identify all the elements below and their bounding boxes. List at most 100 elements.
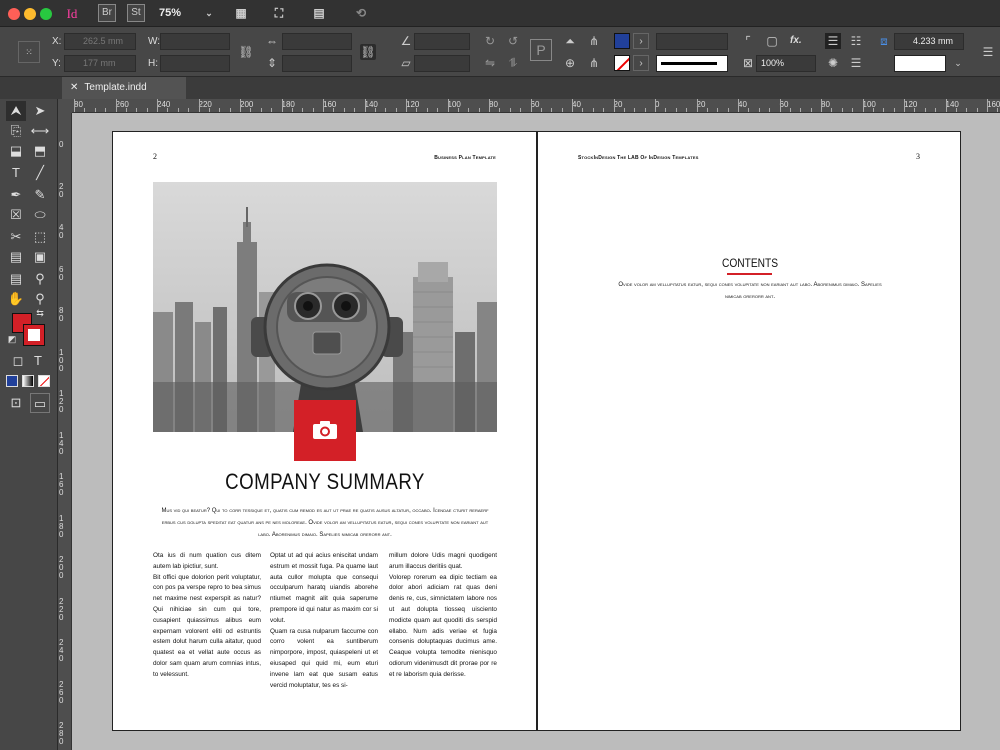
opacity-icon[interactable]: ⊠ (740, 55, 756, 71)
ruler-tick (105, 108, 107, 112)
stroke-color-swatch[interactable] (23, 324, 45, 346)
horizontal-ruler[interactable]: 80 260 240 220 200 180 160 140 120 100 80 60 40 20 0 20… (72, 99, 1000, 113)
rotation-angle-icon[interactable]: ∠ (398, 33, 414, 49)
text-wrap-box-icon[interactable]: ☷ (848, 33, 864, 49)
formatting-container-icon[interactable]: ◻ (8, 351, 28, 371)
document-canvas[interactable]: 2 Business Plan Template COMPANY SUMMARY… (72, 113, 1000, 750)
text-wrap-jump-icon[interactable]: ☰ (848, 55, 864, 71)
formatting-text-icon[interactable]: T (28, 351, 48, 371)
scale-x-input[interactable] (282, 33, 352, 50)
bridge-button[interactable]: Br (98, 4, 116, 22)
minimize-window-button[interactable] (24, 8, 36, 20)
ellipse-tool-icon[interactable]: ⬭ (30, 205, 50, 225)
hand-tool-icon[interactable]: ✋ (6, 289, 26, 309)
paragraph-p-icon[interactable]: P (530, 39, 552, 61)
rotate-ccw-icon[interactable]: ↺ (505, 33, 521, 49)
object-style-dropdown[interactable] (894, 55, 946, 72)
object-style-chevron-icon[interactable]: ⌄ (950, 55, 966, 71)
flip-horizontal-icon[interactable]: ⇋ (482, 55, 498, 71)
select-content-icon[interactable]: ⊕ (562, 55, 578, 71)
publish-online-icon[interactable]: ⟲ (352, 5, 370, 22)
shear-input[interactable] (414, 55, 470, 72)
reference-point-icon[interactable]: ⁙ (18, 41, 40, 63)
ruler-tick (260, 108, 262, 112)
type-tool-icon[interactable]: T (6, 163, 26, 183)
scale-x-icon[interactable]: ⇔ (264, 33, 280, 49)
scale-y-input[interactable] (282, 55, 352, 72)
content-placer-icon[interactable]: ⬒ (30, 141, 50, 161)
stroke-type-dropdown[interactable] (656, 55, 728, 72)
vertical-ruler[interactable]: 0 20 40 60 80 100 120 140 160 180 200 220 240 260 280 (58, 113, 72, 750)
swap-colors-icon[interactable]: ⇆ (34, 307, 46, 319)
shear-angle-icon[interactable]: ▱ (398, 55, 414, 71)
screen-mode-icon[interactable]: ⛶ (270, 5, 288, 22)
text-wrap-shape-icon[interactable]: ✺ (825, 55, 841, 71)
apply-none-icon[interactable] (38, 375, 50, 387)
page-tool-icon[interactable]: ⎘ (6, 121, 26, 141)
arrange-documents-icon[interactable]: ▤ (310, 5, 328, 22)
rotation-input[interactable] (414, 33, 470, 50)
gutter-input[interactable]: 4.233 mm (894, 33, 964, 50)
pen-tool-icon[interactable]: ✒ (6, 185, 26, 205)
fill-menu-icon[interactable]: › (633, 33, 649, 49)
y-position-input[interactable]: 177 mm (64, 55, 136, 72)
corner-options-icon[interactable]: ⌜ (740, 33, 756, 49)
scale-y-icon[interactable]: ⇕ (264, 55, 280, 71)
constrain-proportions-icon[interactable]: ⛓ (238, 44, 254, 60)
x-position-input[interactable]: 262.5 mm (64, 33, 136, 50)
content-collector-icon[interactable]: ⬓ (6, 141, 26, 161)
zoom-level[interactable]: 75% (155, 5, 185, 22)
ruler-tick (613, 99, 615, 112)
apply-color-icon[interactable] (6, 375, 18, 387)
eyedropper-tool-icon[interactable]: ⚲ (30, 269, 50, 289)
line-tool-icon[interactable]: ╱ (30, 163, 50, 183)
stroke-menu-icon[interactable]: › (633, 55, 649, 71)
direct-selection-tool-icon[interactable]: ➤ (30, 101, 50, 121)
opacity-input[interactable]: 100% (756, 55, 816, 72)
rotate-cw-icon[interactable]: ↻ (482, 33, 498, 49)
select-container-icon[interactable]: ⏶ (562, 33, 578, 49)
select-previous-icon[interactable]: ⋔ (586, 33, 602, 49)
preview-mode-icon[interactable]: ▭ (30, 393, 50, 413)
zoom-window-button[interactable] (40, 8, 52, 20)
gradient-feather-tool-icon[interactable]: ▣ (30, 247, 50, 267)
ruler-tick-label: 20 (696, 100, 706, 109)
pencil-tool-icon[interactable]: ✎ (30, 185, 50, 205)
height-input[interactable] (160, 55, 230, 72)
zoom-tool-icon[interactable]: ⚲ (30, 289, 50, 309)
scissors-tool-icon[interactable]: ✂ (6, 227, 26, 247)
gradient-swatch-tool-icon[interactable]: ▤ (6, 247, 26, 267)
ruler-corner[interactable] (58, 99, 72, 113)
document-tab[interactable]: ✕ Template.indd (62, 77, 186, 99)
default-colors-icon[interactable]: ◩ (6, 333, 18, 345)
selection-tool-icon[interactable]: ⮝ (6, 101, 26, 121)
rectangle-frame-tool-icon[interactable]: ☒ (6, 205, 26, 225)
stock-button[interactable]: St (127, 4, 145, 22)
width-input[interactable] (160, 33, 230, 50)
note-tool-icon[interactable]: ▤ (6, 269, 26, 289)
zoom-dropdown-icon[interactable]: ⌄ (203, 5, 215, 22)
ruler-tick-label: 60 (779, 100, 789, 109)
flip-vertical-icon[interactable]: ⥮ (505, 55, 521, 71)
stroke-swatch[interactable] (614, 55, 630, 71)
ruler-tick (509, 108, 511, 112)
gap-tool-icon[interactable]: ⟷ (30, 121, 50, 141)
stroke-weight-input[interactable] (656, 33, 728, 50)
apply-gradient-icon[interactable] (22, 375, 34, 387)
ruler-tick-label: 40 (572, 100, 581, 109)
fill-swatch[interactable] (614, 33, 630, 49)
select-next-icon[interactable]: ⋔ (586, 55, 602, 71)
view-options-icon[interactable]: ▦ (232, 5, 250, 22)
city-binoculars-photo[interactable] (153, 182, 497, 432)
close-window-button[interactable] (8, 8, 20, 20)
effects-fx-button[interactable]: fx. (790, 35, 802, 46)
constrain-scale-icon[interactable]: ⛓ (360, 44, 376, 60)
close-tab-icon[interactable]: ✕ (70, 82, 78, 93)
right-page[interactable]: StockInDesign The LAB Of InDesign Templa… (537, 131, 961, 731)
panel-menu-icon[interactable]: ☰ (980, 44, 996, 60)
free-transform-tool-icon[interactable]: ⬚ (30, 227, 50, 247)
text-wrap-none-icon[interactable]: ☰ (825, 33, 841, 49)
left-page[interactable]: 2 Business Plan Template COMPANY SUMMARY… (112, 131, 537, 731)
normal-view-icon[interactable]: ⊡ (6, 393, 26, 413)
drop-shadow-icon[interactable]: ▢ (764, 33, 780, 49)
